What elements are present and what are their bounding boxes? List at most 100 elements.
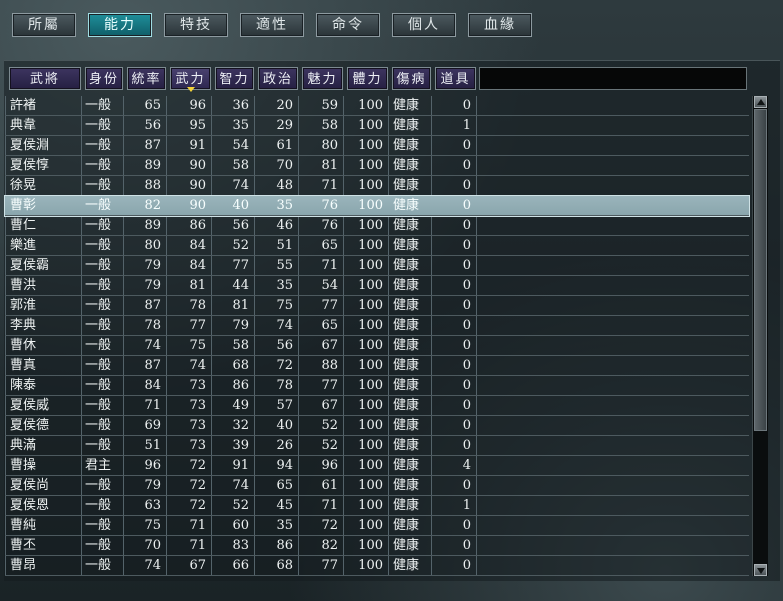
tab-command[interactable]: 命令 <box>316 13 380 37</box>
cell-politics: 65 <box>276 478 293 493</box>
cell-officer: 曹操 <box>10 458 37 473</box>
cell-politics: 29 <box>276 118 293 133</box>
cell-leadership: 82 <box>144 198 161 213</box>
cell-injury: 健康 <box>393 478 420 493</box>
tab-aptitude[interactable]: 適性 <box>240 13 304 37</box>
cell-officer: 曹純 <box>10 518 37 533</box>
header-blank-area <box>479 67 747 90</box>
cell-war: 84 <box>189 238 206 253</box>
cell-intelligence: 35 <box>232 118 249 133</box>
cell-leadership: 75 <box>144 518 161 533</box>
table-row[interactable]: 曹純 一般 75 71 60 35 72 100 健康 0 <box>5 516 749 536</box>
tab-bloodline[interactable]: 血緣 <box>468 13 532 37</box>
header-col-officer[interactable]: 武將 <box>9 67 81 90</box>
table-row[interactable]: 李典 一般 78 77 79 74 65 100 健康 0 <box>5 316 749 336</box>
table-row[interactable]: 陳泰 一般 84 73 86 78 77 100 健康 0 <box>5 376 749 396</box>
table-row[interactable]: 曹丕 一般 70 71 83 86 82 100 健康 0 <box>5 536 749 556</box>
table-row[interactable]: 曹昂 一般 74 67 66 68 77 100 健康 0 <box>5 556 749 576</box>
cell-items: 0 <box>462 358 471 373</box>
table-row[interactable]: 樂進 一般 80 84 52 51 65 100 健康 0 <box>5 236 749 256</box>
cell-items: 1 <box>462 498 471 513</box>
scrollbar[interactable] <box>752 96 768 576</box>
header-col-charm[interactable]: 魅力 <box>302 67 343 90</box>
table-row[interactable]: 曹彰 一般 82 90 40 35 76 100 健康 0 <box>4 195 750 217</box>
header-col-injury[interactable]: 傷病 <box>392 67 431 90</box>
cell-officer: 許褚 <box>10 98 37 113</box>
cell-leadership: 65 <box>144 98 161 113</box>
cell-injury: 健康 <box>393 538 420 553</box>
cell-leadership: 56 <box>144 118 161 133</box>
cell-injury: 健康 <box>393 518 420 533</box>
cell-stamina: 100 <box>358 118 383 133</box>
cell-intelligence: 74 <box>232 178 249 193</box>
table-row[interactable]: 曹操 君主 96 72 91 94 96 100 健康 4 <box>5 456 749 476</box>
table-row[interactable]: 曹仁 一般 89 86 56 46 76 100 健康 0 <box>5 216 749 236</box>
header-col-status[interactable]: 身份 <box>85 67 123 90</box>
table-row[interactable]: 夏侯霸 一般 79 84 77 55 71 100 健康 0 <box>5 256 749 276</box>
cell-charm: 88 <box>321 358 338 373</box>
header-col-items[interactable]: 道具 <box>435 67 476 90</box>
cell-intelligence: 49 <box>232 398 249 413</box>
scroll-up-button[interactable] <box>754 96 767 108</box>
table-row[interactable]: 夏侯德 一般 69 73 32 40 52 100 健康 0 <box>5 416 749 436</box>
table-row[interactable]: 典滿 一般 51 73 39 26 52 100 健康 0 <box>5 436 749 456</box>
table-row[interactable]: 曹真 一般 87 74 68 72 88 100 健康 0 <box>5 356 749 376</box>
cell-intelligence: 32 <box>232 418 249 433</box>
cell-politics: 40 <box>276 418 293 433</box>
table-row[interactable]: 夏侯威 一般 71 73 49 57 67 100 健康 0 <box>5 396 749 416</box>
cell-officer: 陳泰 <box>10 378 37 393</box>
cell-officer: 郭淮 <box>10 298 37 313</box>
table-row[interactable]: 許褚 一般 65 96 36 20 59 100 健康 0 <box>5 96 749 116</box>
table-row[interactable]: 曹洪 一般 79 81 44 35 54 100 健康 0 <box>5 276 749 296</box>
header-col-politics[interactable]: 政治 <box>258 67 298 90</box>
cell-stamina: 100 <box>358 458 383 473</box>
table-row[interactable]: 夏侯尚 一般 79 72 74 65 61 100 健康 0 <box>5 476 749 496</box>
sort-arrow-icon <box>186 87 195 92</box>
cell-stamina: 100 <box>358 338 383 353</box>
cell-officer: 李典 <box>10 318 37 333</box>
table-row[interactable]: 夏侯恩 一般 63 72 52 45 71 100 健康 1 <box>5 496 749 516</box>
tab-affiliation[interactable]: 所屬 <box>12 13 76 37</box>
scroll-down-button[interactable] <box>754 564 767 576</box>
cell-politics: 48 <box>276 178 293 193</box>
header-label: 武力 <box>175 72 206 87</box>
tab-ability[interactable]: 能力 <box>88 13 152 37</box>
header-col-intelligence[interactable]: 智力 <box>215 67 254 90</box>
cell-politics: 70 <box>276 158 293 173</box>
cell-leadership: 88 <box>144 178 161 193</box>
header-col-stamina[interactable]: 體力 <box>347 67 388 90</box>
cell-injury: 健康 <box>393 558 420 573</box>
cell-charm: 80 <box>321 138 338 153</box>
cell-status: 一般 <box>85 478 112 493</box>
cell-items: 0 <box>462 538 471 553</box>
arrow-down-icon <box>757 568 765 574</box>
table-row[interactable]: 徐晃 一般 88 90 74 48 71 100 健康 0 <box>5 176 749 196</box>
header-col-leadership[interactable]: 統率 <box>127 67 166 90</box>
cell-intelligence: 54 <box>232 138 249 153</box>
header-label: 傷病 <box>396 72 427 87</box>
table-row[interactable]: 典韋 一般 56 95 35 29 58 100 健康 1 <box>5 116 749 136</box>
cell-charm: 65 <box>321 318 338 333</box>
cell-officer: 夏侯德 <box>10 418 50 433</box>
scroll-thumb[interactable] <box>754 109 767 431</box>
cell-officer: 夏侯恩 <box>10 498 50 513</box>
cell-status: 一般 <box>85 418 112 433</box>
header-col-war[interactable]: 武力 <box>170 67 211 92</box>
tab-skills[interactable]: 特技 <box>164 13 228 37</box>
cell-injury: 健康 <box>393 498 420 513</box>
cell-politics: 26 <box>276 438 293 453</box>
cell-intelligence: 68 <box>232 358 249 373</box>
cell-intelligence: 91 <box>232 458 249 473</box>
cell-injury: 健康 <box>393 298 420 313</box>
cell-injury: 健康 <box>393 218 420 233</box>
table-row[interactable]: 夏侯淵 一般 87 91 54 61 80 100 健康 0 <box>5 136 749 156</box>
table-row[interactable]: 曹休 一般 74 75 58 56 67 100 健康 0 <box>5 336 749 356</box>
table-row[interactable]: 夏侯惇 一般 89 90 58 70 81 100 健康 0 <box>5 156 749 176</box>
cell-officer: 曹彰 <box>10 198 37 213</box>
cell-officer: 曹丕 <box>10 538 37 553</box>
table-row[interactable]: 郭淮 一般 87 78 81 75 77 100 健康 0 <box>5 296 749 316</box>
arrow-up-icon <box>757 99 765 105</box>
cell-injury: 健康 <box>393 158 420 173</box>
cell-stamina: 100 <box>358 98 383 113</box>
tab-personal[interactable]: 個人 <box>392 13 456 37</box>
